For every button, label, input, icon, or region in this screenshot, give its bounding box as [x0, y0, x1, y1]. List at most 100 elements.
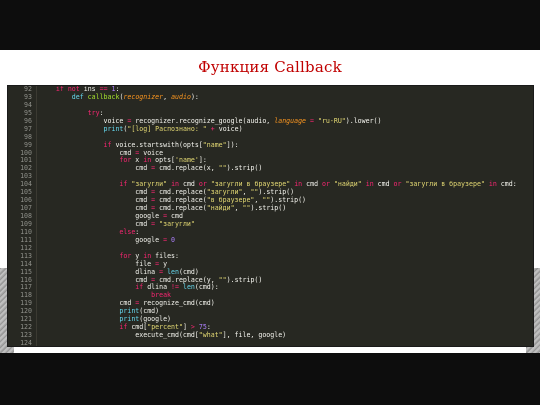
code-token: "percent" — [147, 323, 183, 332]
code-token: ).strip() — [270, 196, 307, 205]
code-token: print — [119, 315, 140, 324]
code-token: "ru-RU" — [317, 116, 346, 125]
code-token: "загугли" — [159, 219, 195, 228]
code-token: callback — [87, 92, 120, 101]
code-token: "загугли в браузере" — [405, 180, 485, 189]
code-token: cmd — [167, 212, 183, 220]
code-token: cmd — [40, 148, 136, 157]
code-token: cmd — [40, 204, 152, 213]
code-token: cmd — [40, 219, 152, 228]
code-text: execute_cmd(cmd["what"], file, google) — [40, 331, 287, 340]
code-token: voice) — [214, 124, 243, 133]
code-token: ]: — [198, 156, 207, 165]
code-token: ] — [182, 323, 191, 332]
code-token: files: — [151, 251, 179, 260]
code-token: (google) — [139, 315, 172, 324]
code-token: (cmd) — [178, 267, 199, 276]
code-token: == — [99, 85, 108, 93]
code-token: recognizer — [123, 92, 164, 101]
code-token: execute_cmd(cmd[ — [40, 331, 199, 340]
code-token: or — [393, 180, 402, 189]
code-token: voice — [139, 148, 164, 157]
code-token: voice — [40, 116, 128, 125]
code-token: : — [206, 323, 211, 332]
code-token: ).strip() — [258, 188, 295, 197]
code-token: "" — [218, 164, 227, 173]
code-token: cmd.replace( — [155, 188, 207, 197]
code-line: 124 — [8, 339, 533, 347]
code-token: cmd[ — [127, 323, 148, 332]
code-token: != — [171, 283, 179, 292]
code-token: 0 — [171, 235, 176, 244]
code-token: ins — [79, 85, 100, 93]
code-token: language — [274, 116, 307, 125]
code-token: > — [190, 323, 199, 332]
bottom-dark-band — [0, 353, 540, 405]
code-token: : — [99, 108, 104, 117]
code-token: "name" — [202, 140, 227, 149]
code-token: cmd — [373, 180, 394, 189]
code-token: google — [40, 212, 164, 220]
code-token: for — [119, 251, 132, 260]
code-token: recognize_cmd(cmd) — [139, 299, 215, 308]
code-token: "загугли" — [131, 180, 168, 189]
code-token: ], file, google) — [222, 331, 287, 340]
code-token: ).strip() — [226, 275, 263, 284]
code-token: "загугли в браузере" — [210, 180, 291, 189]
code-token: not — [67, 85, 80, 93]
code-token: opts[ — [151, 156, 176, 165]
code-token: (cmd): — [194, 283, 219, 292]
code-lines: 92 if not ins == 1: 93 def callback(recog… — [8, 85, 533, 347]
line-number: 124 — [20, 339, 32, 347]
code-token: ).strip() — [226, 164, 263, 173]
code-token: "загугли" — [206, 188, 243, 197]
code-token: in — [143, 251, 152, 260]
code-token: : — [135, 227, 140, 236]
code-token: print — [119, 307, 140, 316]
code-token: cmd — [302, 180, 323, 189]
code-token: or — [198, 180, 207, 189]
code-token: len — [167, 267, 179, 276]
code-token: cmd — [179, 180, 199, 189]
code-token: cmd.replace( — [155, 204, 207, 213]
code-token: x — [131, 156, 144, 165]
code-token: ).lower() — [345, 116, 382, 125]
code-text: google = 0 — [40, 235, 176, 245]
code-editor[interactable]: 92 if not ins == 1: 93 def callback(recog… — [7, 85, 534, 347]
code-token: "[log] Распознано: " — [127, 124, 207, 133]
code-token: cmd — [40, 275, 152, 284]
code-token: y — [131, 251, 144, 260]
code-token: file — [40, 259, 156, 268]
code-token: cmd — [40, 188, 152, 197]
code-token: , — [163, 92, 172, 101]
code-token: for — [119, 156, 132, 165]
code-token: 75 — [198, 323, 207, 332]
code-token: (cmd) — [139, 307, 160, 316]
code-token: ).strip() — [250, 204, 287, 213]
code-line: 97 print("[log] Распознано: " + voice) — [8, 124, 533, 134]
code-token: cmd.replace( — [155, 196, 207, 205]
top-dark-band — [0, 0, 540, 50]
code-token: in — [488, 180, 497, 189]
code-token: in — [294, 180, 303, 189]
code-text: print("[log] Распознано: " + voice) — [40, 124, 243, 134]
code-token: in — [143, 156, 152, 165]
code-token: "" — [218, 275, 227, 284]
code-token: ]): — [226, 140, 239, 149]
code-line: 123 execute_cmd(cmd["what"], file, googl… — [8, 331, 533, 340]
code-token: recognizer.recognize_google(audio, — [131, 116, 275, 125]
code-token: , — [234, 204, 243, 213]
code-token: print — [103, 124, 124, 133]
code-token: voice.startswith(opts[ — [111, 140, 203, 149]
code-token: cmd.replace(x, — [155, 164, 219, 173]
